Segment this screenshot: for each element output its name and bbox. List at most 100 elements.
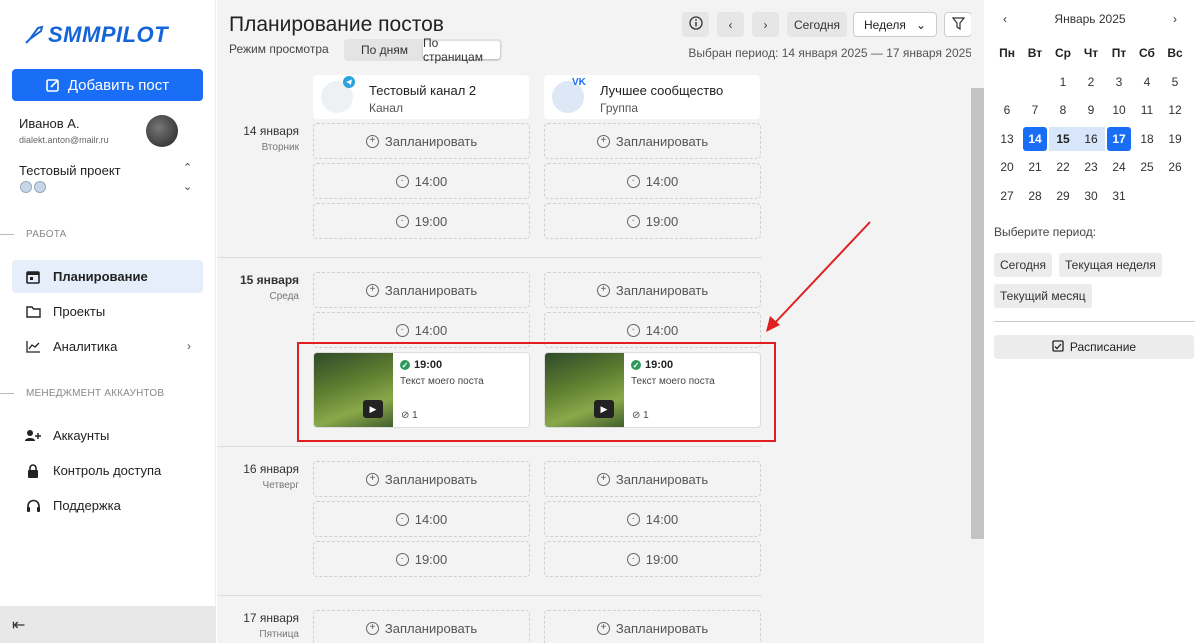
plus-circle-icon: + bbox=[365, 621, 379, 635]
day-date: 16 января bbox=[243, 462, 299, 476]
calendar-day[interactable]: 18 bbox=[1133, 125, 1161, 154]
view-mode-label: Режим просмотра bbox=[229, 42, 329, 56]
filter-button[interactable] bbox=[944, 12, 972, 37]
time-slot-1400[interactable]: · 14:00 bbox=[544, 501, 761, 537]
schedule-slot[interactable]: + Запланировать bbox=[313, 610, 530, 643]
calendar-day[interactable]: 2 bbox=[1077, 68, 1105, 97]
collapse-sidebar-button[interactable]: ⇤ bbox=[0, 606, 216, 643]
channel-type: Канал bbox=[369, 101, 403, 115]
mode-pages-option[interactable]: По страницам bbox=[423, 36, 500, 64]
calendar-day[interactable]: 5 bbox=[1161, 68, 1189, 97]
next-period-button[interactable]: › bbox=[752, 12, 779, 37]
info-button[interactable] bbox=[682, 12, 709, 37]
calendar-day[interactable]: 9 bbox=[1077, 96, 1105, 125]
calendar-day[interactable]: 16 bbox=[1077, 126, 1105, 151]
day-weekday: Четверг bbox=[262, 480, 299, 491]
time-slot-1900[interactable]: · 19:00 bbox=[544, 541, 761, 577]
schedule-slot[interactable]: + Запланировать bbox=[544, 272, 761, 308]
calendar-day[interactable]: 3 bbox=[1105, 68, 1133, 97]
chart-line-icon bbox=[25, 339, 41, 355]
calendar-day[interactable]: 31 bbox=[1105, 182, 1133, 211]
day-date: 17 января bbox=[243, 611, 299, 625]
time-slot-1900[interactable]: · 19:00 bbox=[313, 203, 530, 239]
calendar-day[interactable]: 4 bbox=[1133, 68, 1161, 97]
view-mode-toggle: По дням По страницам bbox=[344, 36, 502, 64]
calendar-day[interactable]: 28 bbox=[1021, 182, 1049, 211]
time-slot-1900[interactable]: · 19:00 bbox=[544, 203, 761, 239]
plus-circle-icon: + bbox=[365, 283, 379, 297]
schedule-slot[interactable]: + Запланировать bbox=[313, 272, 530, 308]
filter-icon bbox=[951, 16, 965, 33]
schedule-slot[interactable]: + Запланировать bbox=[544, 610, 761, 643]
view-select[interactable]: Неделя ⌄ bbox=[853, 12, 937, 37]
schedule-slot[interactable]: + Запланировать bbox=[544, 123, 761, 159]
calendar-day[interactable]: 29 bbox=[1049, 182, 1077, 211]
calendar-day[interactable]: 10 bbox=[1105, 96, 1133, 125]
schedule-slot[interactable]: + Запланировать bbox=[544, 461, 761, 497]
day-label: 14 января Вторник bbox=[229, 124, 299, 153]
sidebar-item-label: Поддержка bbox=[53, 498, 121, 513]
calendar-day[interactable]: 25 bbox=[1133, 153, 1161, 182]
project-name[interactable]: Тестовый проект bbox=[19, 163, 121, 178]
chevron-down-icon[interactable]: ⌄ bbox=[183, 180, 192, 193]
time-slot-1400[interactable]: · 14:00 bbox=[544, 163, 761, 199]
calendar-day[interactable]: 6 bbox=[993, 96, 1021, 125]
sidebar-item-label: Аккаунты bbox=[53, 428, 110, 443]
plus-circle-icon: + bbox=[596, 621, 610, 635]
calendar-day[interactable]: 11 bbox=[1133, 96, 1161, 125]
chip-current-month[interactable]: Текущий месяц bbox=[994, 284, 1092, 308]
calendar-empty bbox=[1021, 68, 1049, 97]
logo[interactable]: SMMPILOT bbox=[24, 22, 168, 48]
chip-today[interactable]: Сегодня bbox=[994, 253, 1052, 277]
sidebar-item-access[interactable]: Контроль доступа bbox=[12, 454, 203, 487]
sidebar-item-support[interactable]: Поддержка bbox=[12, 489, 203, 522]
channel-header-vk[interactable]: VK Лучшее сообщество Группа bbox=[544, 75, 760, 119]
calendar-day[interactable]: 8 bbox=[1049, 96, 1077, 125]
calendar-day[interactable]: 22 bbox=[1049, 153, 1077, 182]
calendar-weekday: Пт bbox=[1111, 46, 1127, 61]
calendar-day[interactable]: 23 bbox=[1077, 153, 1105, 182]
prev-period-button[interactable]: ‹ bbox=[717, 12, 744, 37]
clock-icon: · bbox=[626, 174, 640, 188]
calendar-day[interactable]: 17 bbox=[1107, 126, 1131, 151]
calendar-day[interactable]: 30 bbox=[1077, 182, 1105, 211]
day-label: 16 января Четверг bbox=[229, 462, 299, 491]
add-post-button[interactable]: Добавить пост bbox=[12, 69, 203, 101]
chip-current-week[interactable]: Текущая неделя bbox=[1059, 253, 1162, 277]
chevron-up-icon[interactable]: ⌃ bbox=[183, 161, 192, 174]
scrollbar-thumb[interactable] bbox=[971, 88, 984, 539]
calendar-day[interactable]: 13 bbox=[993, 125, 1021, 154]
calendar-day[interactable]: 20 bbox=[993, 153, 1021, 182]
schedule-slot[interactable]: + Запланировать bbox=[313, 123, 530, 159]
sidebar-item-planning[interactable]: Планирование bbox=[12, 260, 203, 293]
sidebar-item-accounts[interactable]: Аккаунты bbox=[12, 419, 203, 452]
calendar-day[interactable]: 12 bbox=[1161, 96, 1189, 125]
section-accounts: МЕНЕДЖМЕНТ АККАУНТОВ bbox=[0, 388, 164, 399]
sidebar-item-projects[interactable]: Проекты bbox=[12, 295, 203, 328]
schedule-slot[interactable]: + Запланировать bbox=[313, 461, 530, 497]
chevron-down-icon: ⌄ bbox=[915, 17, 926, 32]
avatar[interactable] bbox=[146, 115, 178, 147]
time-slot-1900[interactable]: · 19:00 bbox=[313, 541, 530, 577]
calendar-day[interactable]: 27 bbox=[993, 182, 1021, 211]
time-slot-1400[interactable]: · 14:00 bbox=[313, 501, 530, 537]
next-month-button[interactable]: › bbox=[1173, 12, 1177, 26]
calendar-day[interactable]: 26 bbox=[1161, 153, 1189, 182]
sidebar-item-analytics[interactable]: Аналитика › bbox=[12, 330, 203, 363]
chevron-left-icon: ‹ bbox=[728, 17, 733, 32]
clock-icon: · bbox=[626, 552, 640, 566]
calendar-day[interactable]: 1 bbox=[1049, 68, 1077, 97]
time-slot-1400[interactable]: · 14:00 bbox=[313, 163, 530, 199]
calendar-day[interactable]: 24 bbox=[1105, 153, 1133, 182]
calendar-day[interactable]: 21 bbox=[1021, 153, 1049, 182]
schedule-button[interactable]: Расписание bbox=[994, 335, 1194, 359]
calendar-day[interactable]: 14 bbox=[1023, 126, 1047, 151]
prev-month-button[interactable]: ‹ bbox=[1003, 12, 1007, 26]
channel-header-telegram[interactable]: Тестовый канал 2 Канал bbox=[313, 75, 529, 119]
clock-icon: · bbox=[395, 323, 409, 337]
calendar-day[interactable]: 7 bbox=[1021, 96, 1049, 125]
today-button[interactable]: Сегодня bbox=[787, 12, 847, 37]
calendar-day[interactable]: 15 bbox=[1049, 126, 1077, 151]
calendar-day[interactable]: 19 bbox=[1161, 125, 1189, 154]
mode-days-option[interactable]: По дням bbox=[346, 41, 423, 59]
